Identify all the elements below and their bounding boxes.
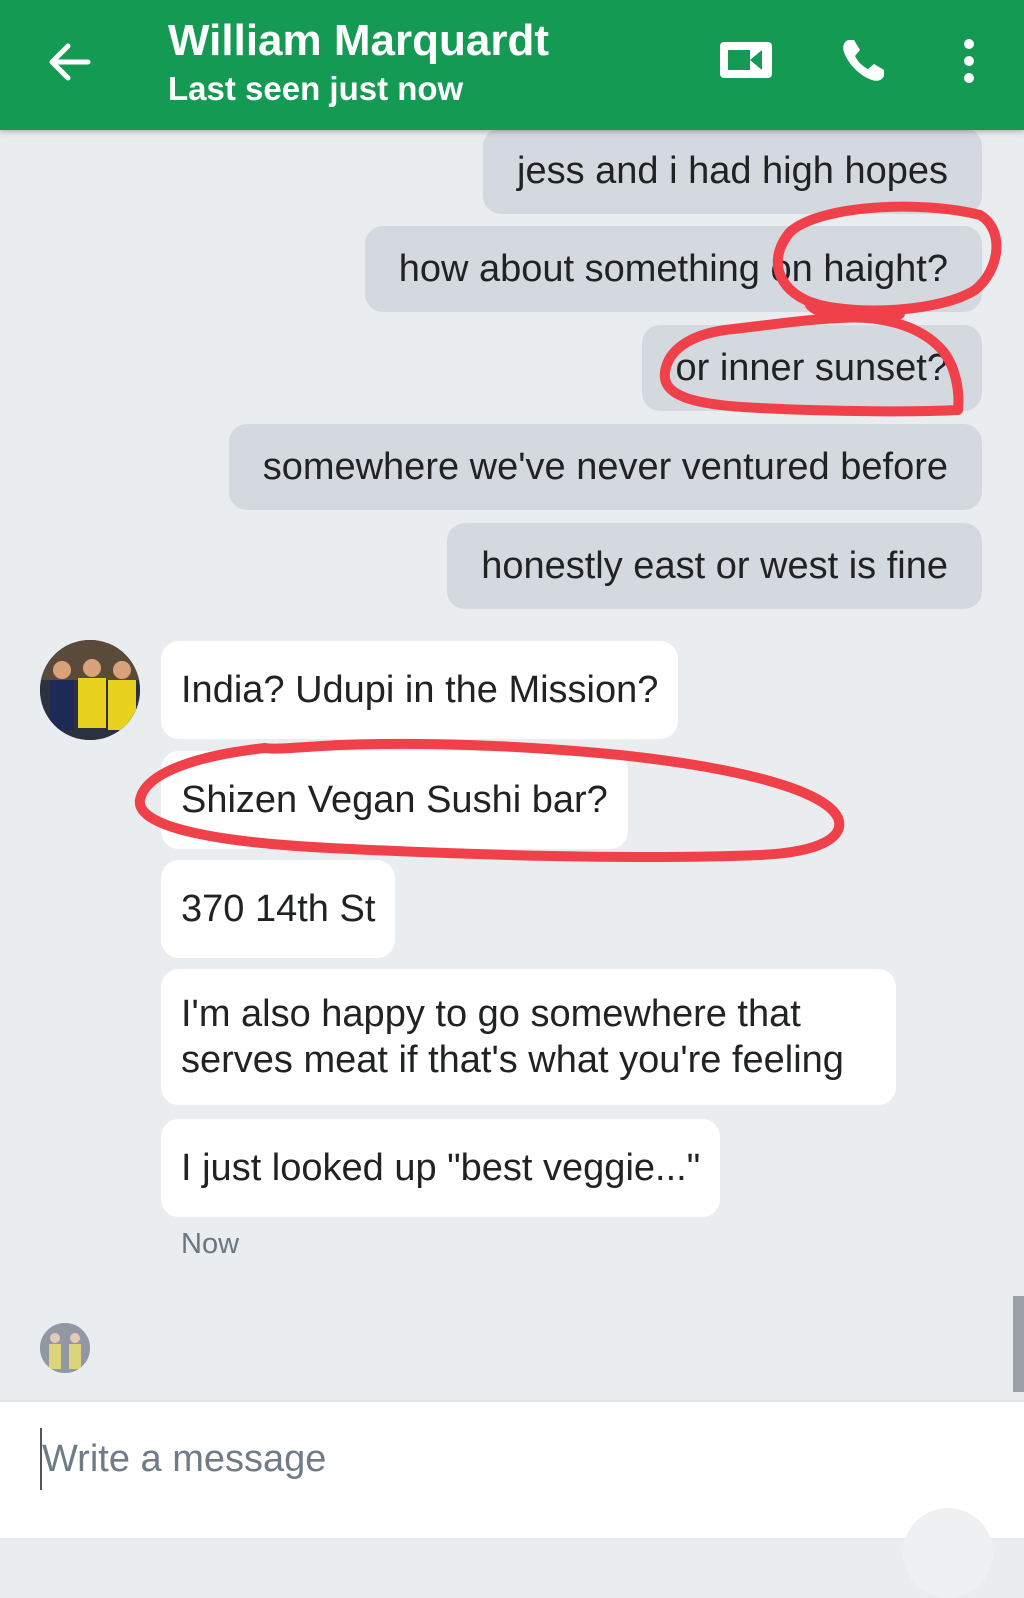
seen-by-avatar: [40, 1323, 90, 1373]
incoming-message[interactable]: I just looked up "best veggie...": [161, 1119, 721, 1217]
outgoing-message[interactable]: honestly east or west is fine: [447, 523, 982, 609]
avatar-photo: [40, 1323, 90, 1373]
video-camera-icon[interactable]: [718, 38, 774, 82]
message-input[interactable]: [40, 1428, 884, 1490]
contact-name[interactable]: William Marquardt: [168, 16, 549, 66]
scrollbar[interactable]: [1013, 1296, 1024, 1392]
outgoing-message[interactable]: how about something on haight?: [364, 226, 982, 312]
phone-icon[interactable]: [838, 34, 890, 86]
arrow-left-icon[interactable]: [44, 36, 96, 88]
contact-avatar[interactable]: [40, 640, 140, 740]
avatar-photo: [40, 640, 140, 740]
message-timestamp: Now: [181, 1228, 240, 1260]
last-seen-status: Last seen just now: [168, 70, 464, 107]
incoming-message[interactable]: I'm also happy to go somewhere that serv…: [161, 969, 896, 1105]
incoming-message[interactable]: Shizen Vegan Sushi bar?: [161, 751, 628, 849]
incoming-message[interactable]: India? Udupi in the Mission?: [161, 641, 679, 739]
incoming-message[interactable]: 370 14th St: [161, 860, 396, 958]
outgoing-message[interactable]: jess and i had high hopes: [483, 128, 982, 214]
app-bar: William Marquardt Last seen just now: [0, 0, 1024, 130]
send-button[interactable]: [903, 1508, 993, 1598]
message-composer: [0, 1400, 1024, 1598]
more-vert-icon[interactable]: [960, 38, 978, 84]
outgoing-message[interactable]: somewhere we've never ventured before: [228, 424, 982, 510]
outgoing-message[interactable]: or inner sunset?: [641, 325, 982, 411]
